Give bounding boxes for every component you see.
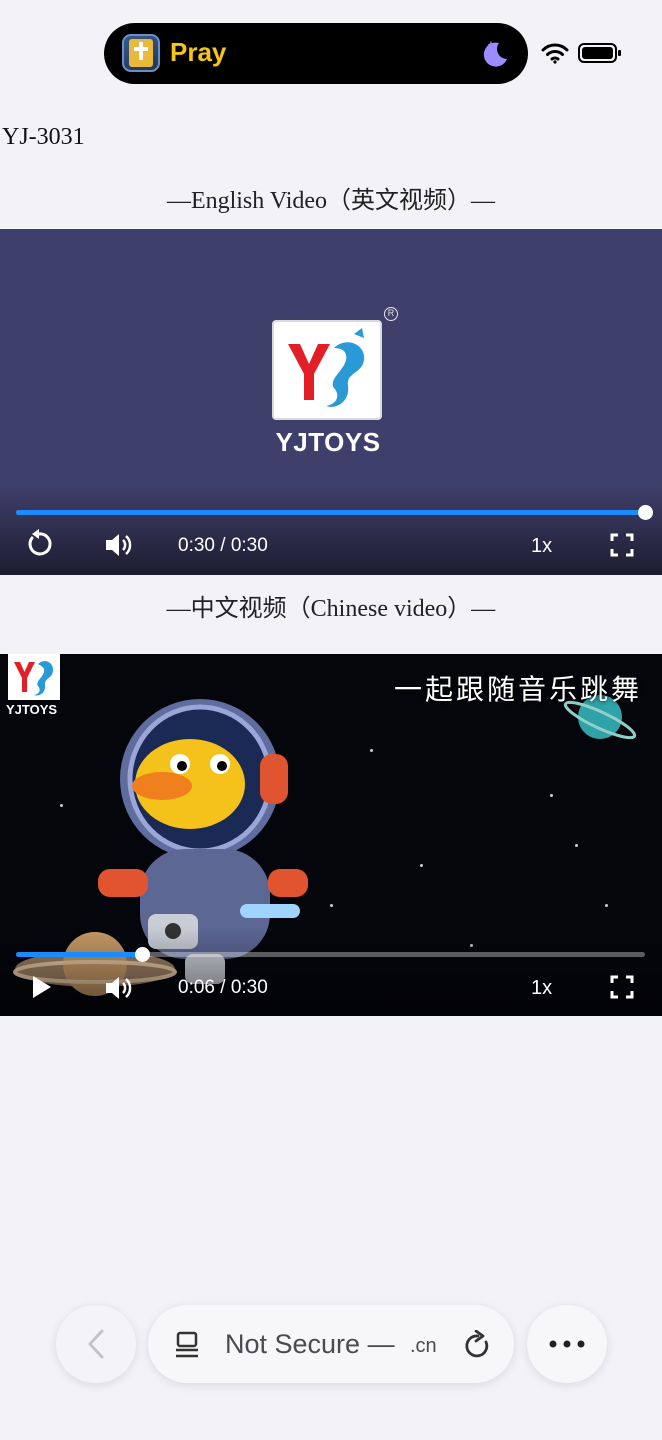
brand-text: YJTOYS bbox=[6, 702, 58, 717]
progress-fill bbox=[16, 510, 645, 515]
english-video-title: —English Video（英文视频）— bbox=[166, 188, 496, 214]
controls-overlay bbox=[0, 485, 662, 575]
progress-handle[interactable] bbox=[638, 505, 653, 520]
chevron-left-icon bbox=[88, 1329, 104, 1359]
video-caption: 一起跟随音乐跳舞 bbox=[393, 674, 642, 705]
fullscreen-icon[interactable] bbox=[610, 533, 634, 557]
page-menu-icon[interactable] bbox=[174, 1331, 202, 1359]
controls-overlay bbox=[0, 926, 662, 1016]
time-display: 0:30 / 0:30 bbox=[178, 535, 268, 556]
english-video-player[interactable]: R YJTOYS 0:30 / 0:30 1x bbox=[0, 229, 662, 575]
progress-bar[interactable] bbox=[16, 947, 645, 962]
volume-icon[interactable] bbox=[104, 531, 134, 559]
chinese-video-player[interactable]: YJTOYS 一起跟随音乐跳舞 0:06 / 0:30 1x bbox=[0, 654, 662, 1016]
yjtoys-logo bbox=[272, 320, 382, 420]
play-icon[interactable] bbox=[30, 974, 54, 1000]
progress-bar[interactable] bbox=[16, 505, 653, 520]
address-bar[interactable]: Not Secure — .cn bbox=[148, 1305, 514, 1383]
playback-speed[interactable]: 1x bbox=[531, 977, 552, 1000]
time-display: 0:06 / 0:30 bbox=[178, 977, 268, 998]
product-code: YJ-3031 bbox=[2, 124, 85, 150]
pray-app-icon bbox=[122, 34, 160, 72]
url-domain: .cn bbox=[410, 1335, 437, 1357]
reload-icon[interactable] bbox=[464, 1330, 492, 1360]
battery-icon bbox=[578, 43, 621, 63]
ellipsis-icon bbox=[549, 1340, 585, 1348]
pray-app-label: Pray bbox=[170, 37, 227, 67]
progress-handle[interactable] bbox=[134, 947, 150, 962]
wifi-icon bbox=[541, 43, 569, 64]
url-security-label: Not Secure — bbox=[225, 1329, 395, 1359]
moon-icon bbox=[483, 41, 507, 67]
volume-icon[interactable] bbox=[104, 974, 134, 1002]
replay-icon[interactable] bbox=[24, 529, 54, 559]
more-options-button[interactable] bbox=[527, 1305, 607, 1383]
back-button[interactable] bbox=[56, 1305, 136, 1383]
yjtoys-small-logo bbox=[8, 654, 60, 700]
registered-mark: R bbox=[384, 307, 398, 321]
playback-speed[interactable]: 1x bbox=[531, 535, 552, 558]
chinese-video-title: —中文视频（Chinese video）— bbox=[166, 596, 496, 622]
fullscreen-icon[interactable] bbox=[610, 975, 634, 999]
progress-fill bbox=[16, 952, 142, 957]
dynamic-island[interactable]: Pray bbox=[104, 23, 528, 84]
logo-text: YJTOYS bbox=[275, 427, 381, 457]
